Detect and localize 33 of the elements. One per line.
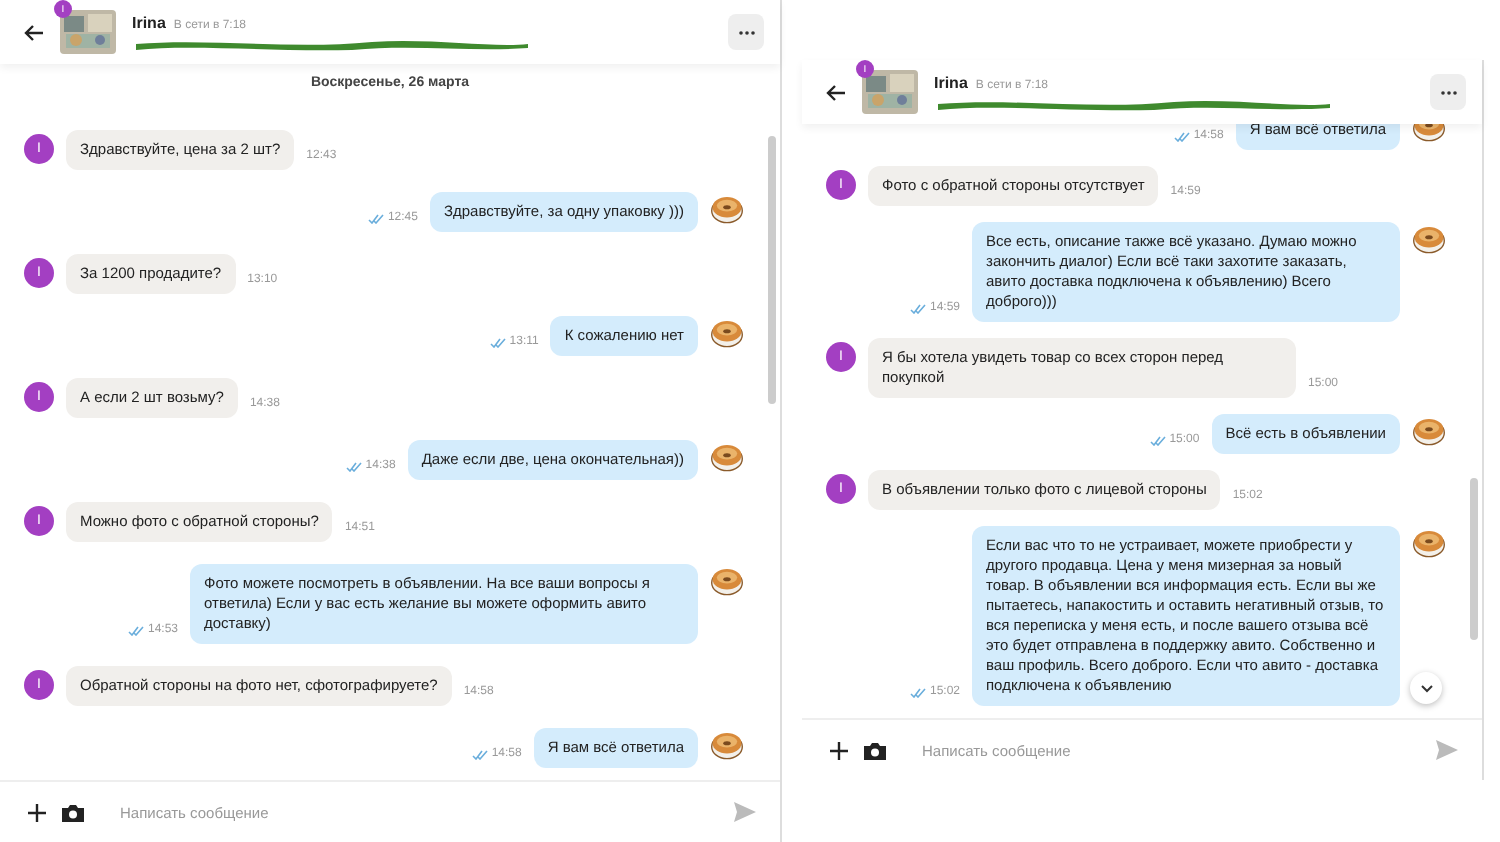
bagel-avatar-icon [710,440,744,474]
back-arrow-icon[interactable] [826,83,846,101]
contact-name: Irina [132,13,166,31]
double-check-icon [489,337,506,347]
double-check-icon [909,303,926,313]
scroll-down-button[interactable] [1410,672,1442,704]
double-check-icon [127,625,144,635]
double-check-icon [909,687,926,697]
bagel-avatar-icon [710,316,744,350]
bagel-avatar-icon [710,728,744,762]
more-dots-icon [1439,89,1457,95]
double-check-icon [1149,435,1166,445]
camera-icon[interactable] [62,803,84,821]
more-dots-icon [737,29,755,35]
camera-icon[interactable] [864,741,886,759]
double-check-icon [345,461,362,471]
bagel-avatar-icon [710,564,744,598]
add-icon[interactable] [830,741,848,759]
bagel-avatar-icon [710,192,744,226]
double-check-icon [471,749,488,759]
more-options-button[interactable] [1430,74,1466,110]
add-icon[interactable] [28,803,46,821]
bagel-avatar-icon [1412,222,1446,256]
back-arrow-icon[interactable] [24,23,44,41]
chevron-down-icon [1419,683,1433,693]
bagel-avatar-icon [1412,414,1446,448]
more-options-button[interactable] [728,14,764,50]
contact-name: Irina [934,73,968,91]
bagel-avatar-icon [1412,526,1446,560]
double-check-icon [367,213,384,223]
scrollbar-thumb[interactable] [1470,478,1478,641]
scrollbar-thumb[interactable] [768,135,776,404]
double-check-icon [1173,131,1190,141]
